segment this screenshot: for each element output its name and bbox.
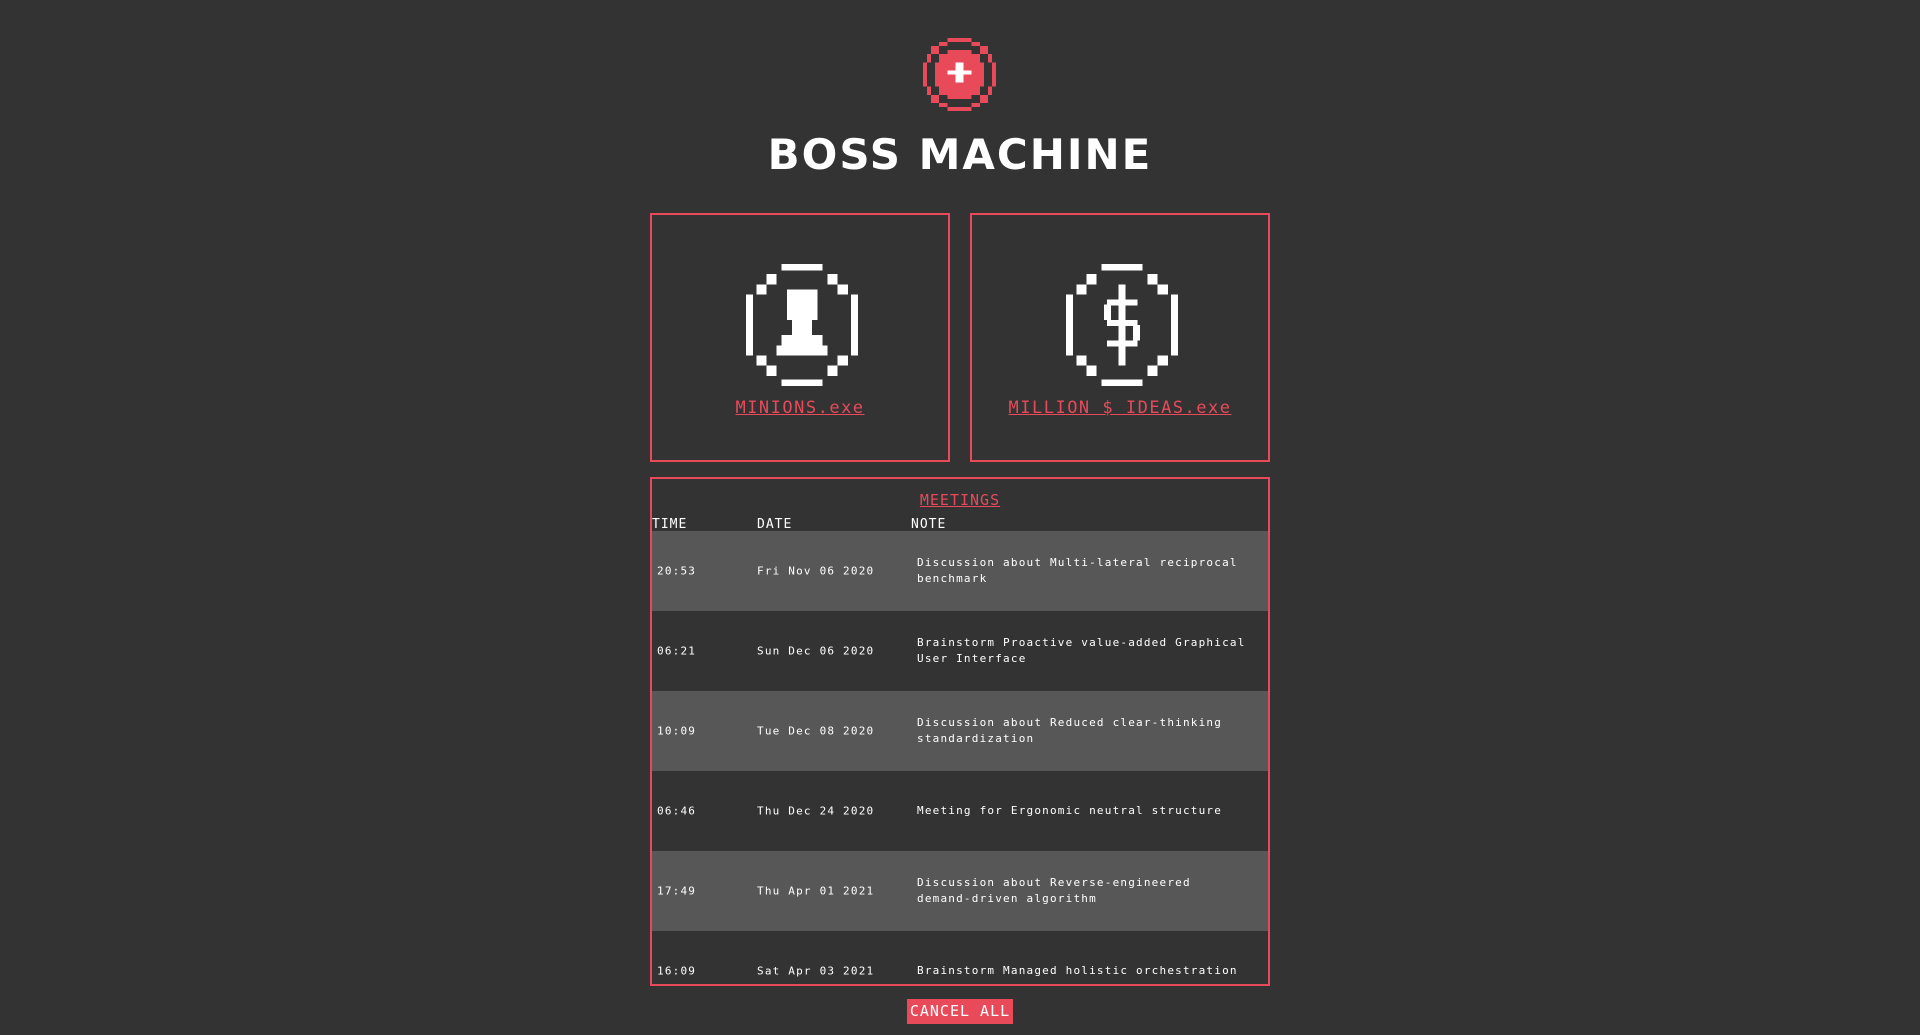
red-orb-icon <box>923 38 996 111</box>
meeting-row: 20:53 Fri Nov 06 2020 Discussion about M… <box>652 531 1268 611</box>
column-header-time: TIME <box>652 517 688 532</box>
meeting-date: Sun Dec 06 2020 <box>757 644 875 658</box>
meetings-list: 20:53 Fri Nov 06 2020 Discussion about M… <box>652 531 1268 984</box>
dollar-coin-icon <box>1061 264 1183 386</box>
meeting-row: 06:46 Thu Dec 24 2020 Meeting for Ergono… <box>652 771 1268 851</box>
meeting-row: 06:21 Sun Dec 06 2020 Brainstorm Proacti… <box>652 611 1268 691</box>
meeting-note: Discussion about Reduced clear-thinking … <box>917 716 1223 745</box>
meeting-note: Brainstorm Managed holistic orchestratio… <box>917 964 1238 977</box>
app-title: BOSS MACHINE <box>767 130 1153 179</box>
meeting-row: 17:49 Thu Apr 01 2021 Discussion about R… <box>652 851 1268 931</box>
meeting-note: Discussion about Reverse-engineered dema… <box>917 876 1191 905</box>
meeting-time: 20:53 <box>657 564 697 578</box>
meeting-note: Brainstorm Proactive value-added Graphic… <box>917 636 1246 665</box>
meeting-time: 17:49 <box>657 884 697 898</box>
meetings-title-link[interactable]: MEETINGS <box>652 491 1268 509</box>
meeting-note: Discussion about Multi-lateral reciproca… <box>917 556 1238 585</box>
minions-card[interactable]: MINIONS.exe <box>650 213 950 462</box>
meeting-time: 16:09 <box>657 964 697 978</box>
boss-machine-page: BOSS MACHINE MINIONS.exe MILLION $ IDEAS… <box>0 0 1920 1035</box>
meeting-date: Tue Dec 08 2020 <box>757 724 875 738</box>
cancel-all-button[interactable]: CANCEL ALL <box>907 999 1013 1024</box>
million-ideas-link[interactable]: MILLION $ IDEAS.exe <box>972 398 1268 418</box>
meeting-date: Sat Apr 03 2021 <box>757 964 875 978</box>
meeting-row: 16:09 Sat Apr 03 2021 Brainstorm Managed… <box>652 931 1268 984</box>
ideas-card[interactable]: MILLION $ IDEAS.exe <box>970 213 1270 462</box>
meeting-date: Thu Dec 24 2020 <box>757 804 875 818</box>
meeting-date: Fri Nov 06 2020 <box>757 564 875 578</box>
meetings-panel: MEETINGS TIME DATE NOTE 20:53 Fri Nov 06… <box>650 477 1270 986</box>
meeting-note: Meeting for Ergonomic neutral structure <box>917 804 1223 817</box>
meeting-time: 06:21 <box>657 644 697 658</box>
meeting-time: 10:09 <box>657 724 697 738</box>
column-header-date: DATE <box>757 517 793 532</box>
minions-link[interactable]: MINIONS.exe <box>652 398 948 418</box>
minion-icon <box>741 264 863 386</box>
meeting-date: Thu Apr 01 2021 <box>757 884 875 898</box>
column-header-note: NOTE <box>911 517 947 532</box>
meeting-row: 10:09 Tue Dec 08 2020 Discussion about R… <box>652 691 1268 771</box>
meeting-time: 06:46 <box>657 804 697 818</box>
